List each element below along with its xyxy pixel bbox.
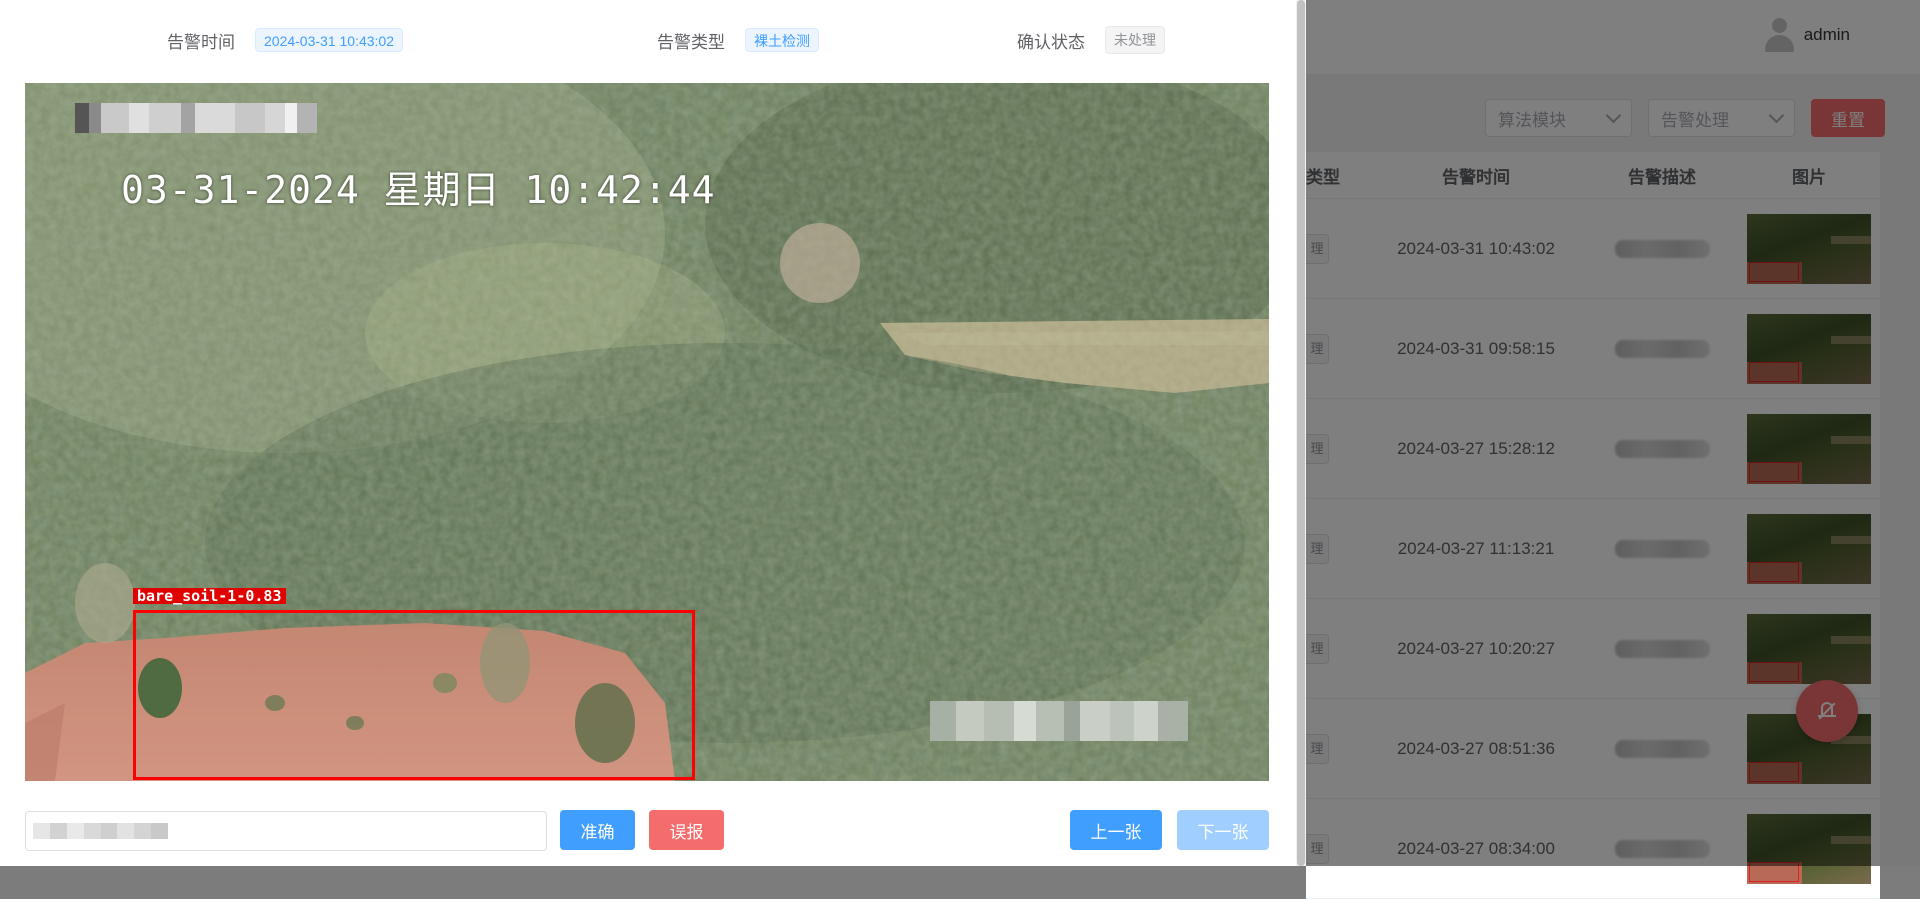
detection-bounding-box <box>133 610 695 780</box>
confirm-status-tag: 未处理 <box>1105 26 1165 54</box>
confirm-status-field: 确认状态 未处理 <box>1017 26 1165 54</box>
alarm-detail-dialog: 告警时间 2024-03-31 10:43:02 告警类型 裸土检测 确认状态 … <box>0 0 1296 866</box>
camera-location-mosaic <box>930 701 1188 741</box>
camera-timestamp: 03-31-2024 星期日 10:42:44 <box>121 168 716 212</box>
dialog-scrollbar-thumb[interactable] <box>1297 0 1305 866</box>
alarm-type-field: 告警类型 裸土检测 <box>657 26 819 54</box>
dialog-action-bar: 准确 误报 上一张 下一张 <box>25 810 1269 852</box>
false-alarm-button[interactable]: 误报 <box>649 810 724 850</box>
remark-text-mosaic <box>33 823 168 839</box>
alarm-time-tag: 2024-03-31 10:43:02 <box>255 28 403 52</box>
previous-image-button[interactable]: 上一张 <box>1070 810 1162 850</box>
detection-label: bare_soil-1-0.83 <box>133 588 286 604</box>
camera-name-mosaic <box>75 103 317 133</box>
alarm-snapshot-image[interactable]: 03-31-2024 星期日 10:42:44 bare_soil-1-0.83 <box>25 83 1269 781</box>
alarm-type-tag: 裸土检测 <box>745 28 819 52</box>
alarm-time-label: 告警时间 <box>167 32 235 52</box>
alarm-type-label: 告警类型 <box>657 32 725 52</box>
confirm-status-label: 确认状态 <box>1017 32 1085 52</box>
alarm-time-field: 告警时间 2024-03-31 10:43:02 <box>167 26 403 54</box>
dialog-scrollbar[interactable] <box>1296 0 1306 866</box>
accurate-button[interactable]: 准确 <box>560 810 635 850</box>
next-image-button[interactable]: 下一张 <box>1177 810 1269 850</box>
